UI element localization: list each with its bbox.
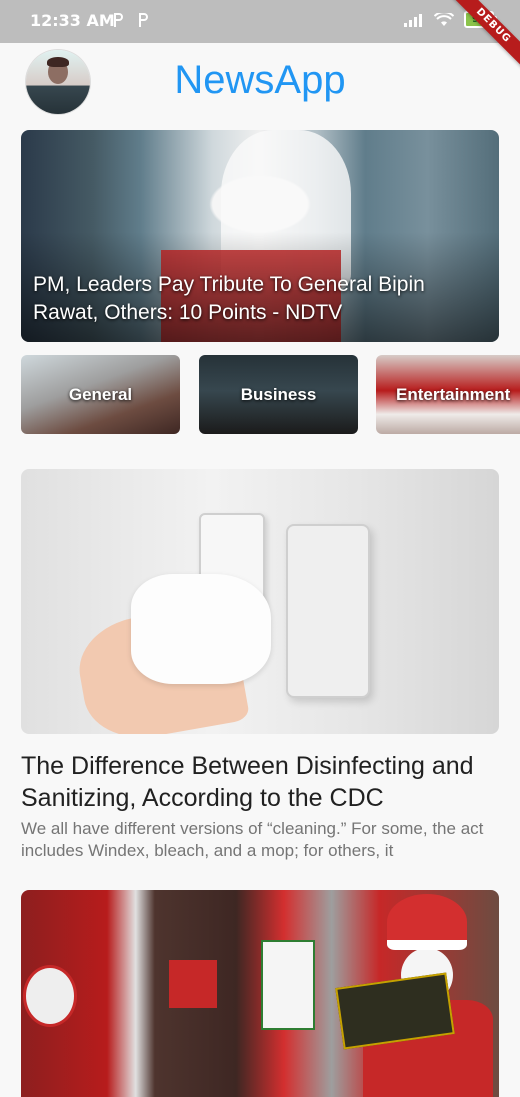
image-switch bbox=[286, 524, 370, 698]
image-santa-hat bbox=[387, 894, 467, 950]
category-label: Business bbox=[240, 384, 317, 404]
category-label: General bbox=[68, 384, 133, 404]
category-tile-general[interactable]: General bbox=[21, 355, 180, 434]
status-bar: 12:33 AM 92 DEBUG bbox=[0, 0, 520, 78]
app-title: NewsApp bbox=[174, 58, 346, 102]
image-poster bbox=[261, 940, 315, 1030]
image-cloth bbox=[131, 574, 271, 684]
status-time: 12:33 AM bbox=[30, 11, 115, 30]
app-bar: NewsApp bbox=[0, 43, 520, 125]
signal-icon bbox=[404, 13, 422, 27]
article-card[interactable]: The Difference Between Disinfecting and … bbox=[21, 469, 499, 862]
article-image bbox=[21, 469, 499, 734]
p-icon bbox=[114, 13, 123, 27]
wifi-icon bbox=[434, 12, 454, 26]
article-description: We all have different versions of “clean… bbox=[21, 819, 484, 860]
p-icon bbox=[139, 13, 148, 27]
article-image bbox=[21, 890, 499, 1097]
category-tile-entertainment[interactable]: Entertainment bbox=[376, 355, 520, 434]
category-label: Entertainment bbox=[396, 384, 511, 404]
category-list: General Business Entertainment bbox=[21, 355, 520, 435]
article-card[interactable] bbox=[21, 890, 499, 1097]
headline-carousel-card[interactable]: PM, Leaders Pay Tribute To General Bipin… bbox=[21, 130, 499, 342]
image-poster bbox=[23, 965, 77, 1027]
image-poster bbox=[169, 960, 217, 1008]
category-tile-business[interactable]: Business bbox=[199, 355, 358, 434]
carousel-headline: PM, Leaders Pay Tribute To General Bipin… bbox=[33, 273, 425, 324]
article-title: The Difference Between Disinfecting and … bbox=[21, 752, 474, 812]
